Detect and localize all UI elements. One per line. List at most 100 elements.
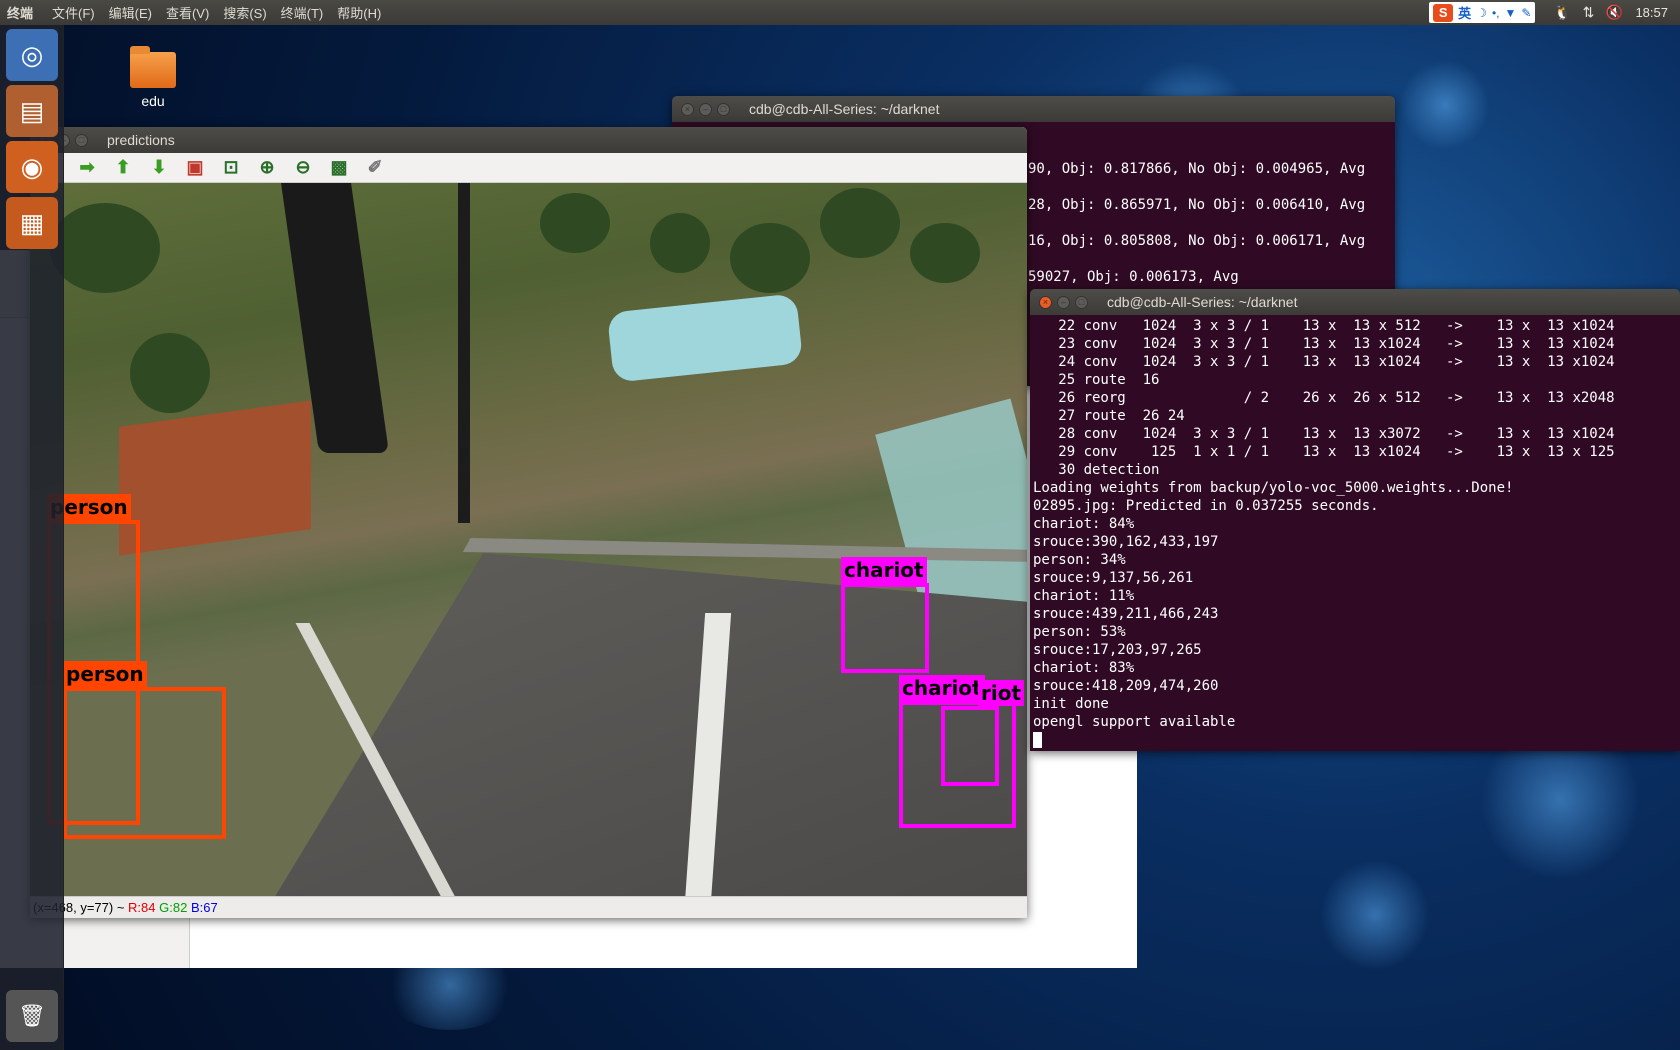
- predictions-toolbar: ⬅ ➡ ⬆ ⬇ ▣ ⊡ ⊕ ⊖ ▩ ✐: [30, 153, 1027, 183]
- terminal-line: 90, Obj: 0.817866, No Obj: 0.004965, Avg: [1028, 161, 1366, 177]
- moon-icon[interactable]: ☽: [1476, 6, 1487, 20]
- chariot-bounding-box: [941, 706, 999, 786]
- predictions-titlebar[interactable]: × – □ predictions: [30, 127, 1027, 153]
- terminal-line: srouce:439,211,466,243: [1033, 606, 1219, 622]
- wrench-icon[interactable]: ✎: [1521, 6, 1531, 20]
- terminal-line: 02895.jpg: Predicted in 0.037255 seconds…: [1033, 498, 1379, 514]
- minimize-button[interactable]: –: [699, 102, 712, 116]
- chariot-label: riot: [978, 680, 1025, 706]
- zoom-out-icon[interactable]: ⊖: [290, 156, 316, 180]
- terminal-line: 29 conv 125 1 x 1 / 1 13 x 13 x1024 -> 1…: [1033, 444, 1615, 460]
- menu-edit[interactable]: 编辑(E): [102, 3, 159, 22]
- terminal-front-titlebar[interactable]: × – □ cdb@cdb-All-Series: ~/darknet: [1030, 289, 1680, 315]
- input-method-bar[interactable]: S 英 ☽ •, ▼ ✎: [1429, 2, 1536, 23]
- tree: [50, 203, 160, 293]
- clock[interactable]: 18:57: [1627, 5, 1680, 20]
- volume-muted-icon[interactable]: 🔇: [1601, 4, 1627, 21]
- terminal-line: 28 conv 1024 3 x 3 / 1 13 x 13 x3072 -> …: [1033, 426, 1615, 442]
- save-icon[interactable]: ▩: [326, 156, 352, 180]
- window-title: predictions: [107, 132, 175, 148]
- file-manager-icon[interactable]: ▤: [6, 85, 58, 137]
- wallpaper-bokeh: [1320, 860, 1430, 970]
- hanging-rug: [119, 400, 311, 556]
- terminal-line: 23 conv 1024 3 x 3 / 1 13 x 13 x1024 -> …: [1033, 336, 1615, 352]
- terminal-line: 22 conv 1024 3 x 3 / 1 13 x 13 x 512 -> …: [1033, 318, 1615, 334]
- terminal-line: 30 detection: [1033, 462, 1160, 478]
- menu-view[interactable]: 查看(V): [159, 3, 216, 22]
- terminal-line: 27 route 26 24: [1033, 408, 1185, 424]
- down-arrow-icon[interactable]: ⬇: [146, 156, 172, 180]
- detection-image[interactable]: person person chariot chariot riot: [30, 183, 1027, 896]
- window-title: cdb@cdb-All-Series: ~/darknet: [1107, 294, 1298, 310]
- terminal-line: chariot: 84%: [1033, 516, 1135, 532]
- ubuntu-dash-icon[interactable]: ◎: [6, 29, 58, 81]
- tree: [910, 223, 980, 283]
- tree: [540, 193, 610, 253]
- close-button[interactable]: ×: [681, 102, 694, 116]
- terminal-line: person: 53%: [1033, 624, 1126, 640]
- terminal-line: 59027, Obj: 0.006173, Avg: [1028, 269, 1239, 285]
- ime-mode-label[interactable]: 英: [1458, 3, 1471, 22]
- brush-icon[interactable]: ✐: [362, 156, 388, 180]
- terminal-front-output[interactable]: 22 conv 1024 3 x 3 / 1 13 x 13 x 512 -> …: [1030, 315, 1680, 751]
- person-label: person: [63, 661, 147, 687]
- punctuation-icon[interactable]: •,: [1492, 6, 1500, 20]
- tree: [650, 213, 710, 273]
- close-button[interactable]: ×: [1039, 295, 1052, 309]
- blue-tarp: [606, 293, 804, 383]
- network-icon[interactable]: ⇅: [1575, 4, 1601, 21]
- menu-help[interactable]: 帮助(H): [330, 3, 388, 22]
- system-tray: S 英 ☽ •, ▼ ✎ 🐧 ⇅ 🔇 18:57: [1429, 0, 1680, 25]
- predictions-window[interactable]: × – □ predictions ⬅ ➡ ⬆ ⬇ ▣ ⊡ ⊕ ⊖ ▩ ✐ pe…: [30, 127, 1027, 918]
- up-arrow-icon[interactable]: ⬆: [110, 156, 136, 180]
- maximize-button[interactable]: □: [1075, 295, 1088, 309]
- lamp-pole: [458, 183, 470, 523]
- terminal-line: srouce:418,209,474,260: [1033, 678, 1219, 694]
- menu-terminal[interactable]: 终端(T): [274, 3, 331, 22]
- terminal-line: chariot: 11%: [1033, 588, 1135, 604]
- terminal-window-front[interactable]: × – □ cdb@cdb-All-Series: ~/darknet 22 c…: [1030, 289, 1680, 751]
- minimize-button[interactable]: –: [1057, 295, 1070, 309]
- terminal-cursor: [1033, 732, 1042, 748]
- terminal-line: chariot: 83%: [1033, 660, 1135, 676]
- folder-icon: [130, 46, 176, 88]
- office-icon[interactable]: ▦: [6, 197, 58, 249]
- desktop-folder-edu[interactable]: edu: [122, 46, 184, 109]
- folder-label: edu: [141, 93, 165, 109]
- maximize-button[interactable]: □: [75, 133, 88, 147]
- terminal-line: person: 34%: [1033, 552, 1126, 568]
- zoom-in-icon[interactable]: ⊕: [254, 156, 280, 180]
- forward-arrow-icon[interactable]: ➡: [74, 156, 100, 180]
- terminal-line: srouce:17,203,97,265: [1033, 642, 1202, 658]
- trash-icon[interactable]: 🗑: [6, 990, 58, 1042]
- firefox-icon[interactable]: ◉: [6, 141, 58, 193]
- active-app-name: 终端: [7, 6, 34, 21]
- terminal-line: srouce:9,137,56,261: [1033, 570, 1194, 586]
- terminal-line: opengl support available: [1033, 714, 1236, 730]
- menu-file[interactable]: 文件(F): [45, 3, 102, 22]
- terminal-back-titlebar[interactable]: × – □ cdb@cdb-All-Series: ~/darknet: [672, 96, 1395, 122]
- blue-value: B:67: [190, 900, 218, 915]
- tree: [730, 223, 810, 293]
- window-title: cdb@cdb-All-Series: ~/darknet: [749, 101, 940, 117]
- menu-search[interactable]: 搜索(S): [216, 3, 273, 22]
- terminal-line: Loading weights from backup/yolo-voc_500…: [1033, 480, 1514, 496]
- image-icon[interactable]: ▣: [182, 156, 208, 180]
- tree: [820, 188, 900, 258]
- terminal-line: init done: [1033, 696, 1109, 712]
- chariot-label: chariot: [899, 675, 985, 701]
- terminal-line: 16, Obj: 0.805808, No Obj: 0.006171, Avg: [1028, 233, 1366, 249]
- terminal-line: 26 reorg / 2 26 x 26 x 512 -> 13 x 13 x2…: [1033, 390, 1615, 406]
- maximize-button[interactable]: □: [717, 102, 730, 116]
- zoom-fit-icon[interactable]: ⊡: [218, 156, 244, 180]
- shirt-icon[interactable]: ▼: [1505, 6, 1517, 20]
- terminal-line: srouce:390,162,433,197: [1033, 534, 1219, 550]
- terminal-line: 28, Obj: 0.865971, No Obj: 0.006410, Avg: [1028, 197, 1366, 213]
- terminal-line: 24 conv 1024 3 x 3 / 1 13 x 13 x1024 -> …: [1033, 354, 1615, 370]
- sogou-icon[interactable]: S: [1433, 3, 1454, 22]
- penguin-icon[interactable]: 🐧: [1549, 4, 1575, 21]
- terminal-line: 25 route 16: [1033, 372, 1160, 388]
